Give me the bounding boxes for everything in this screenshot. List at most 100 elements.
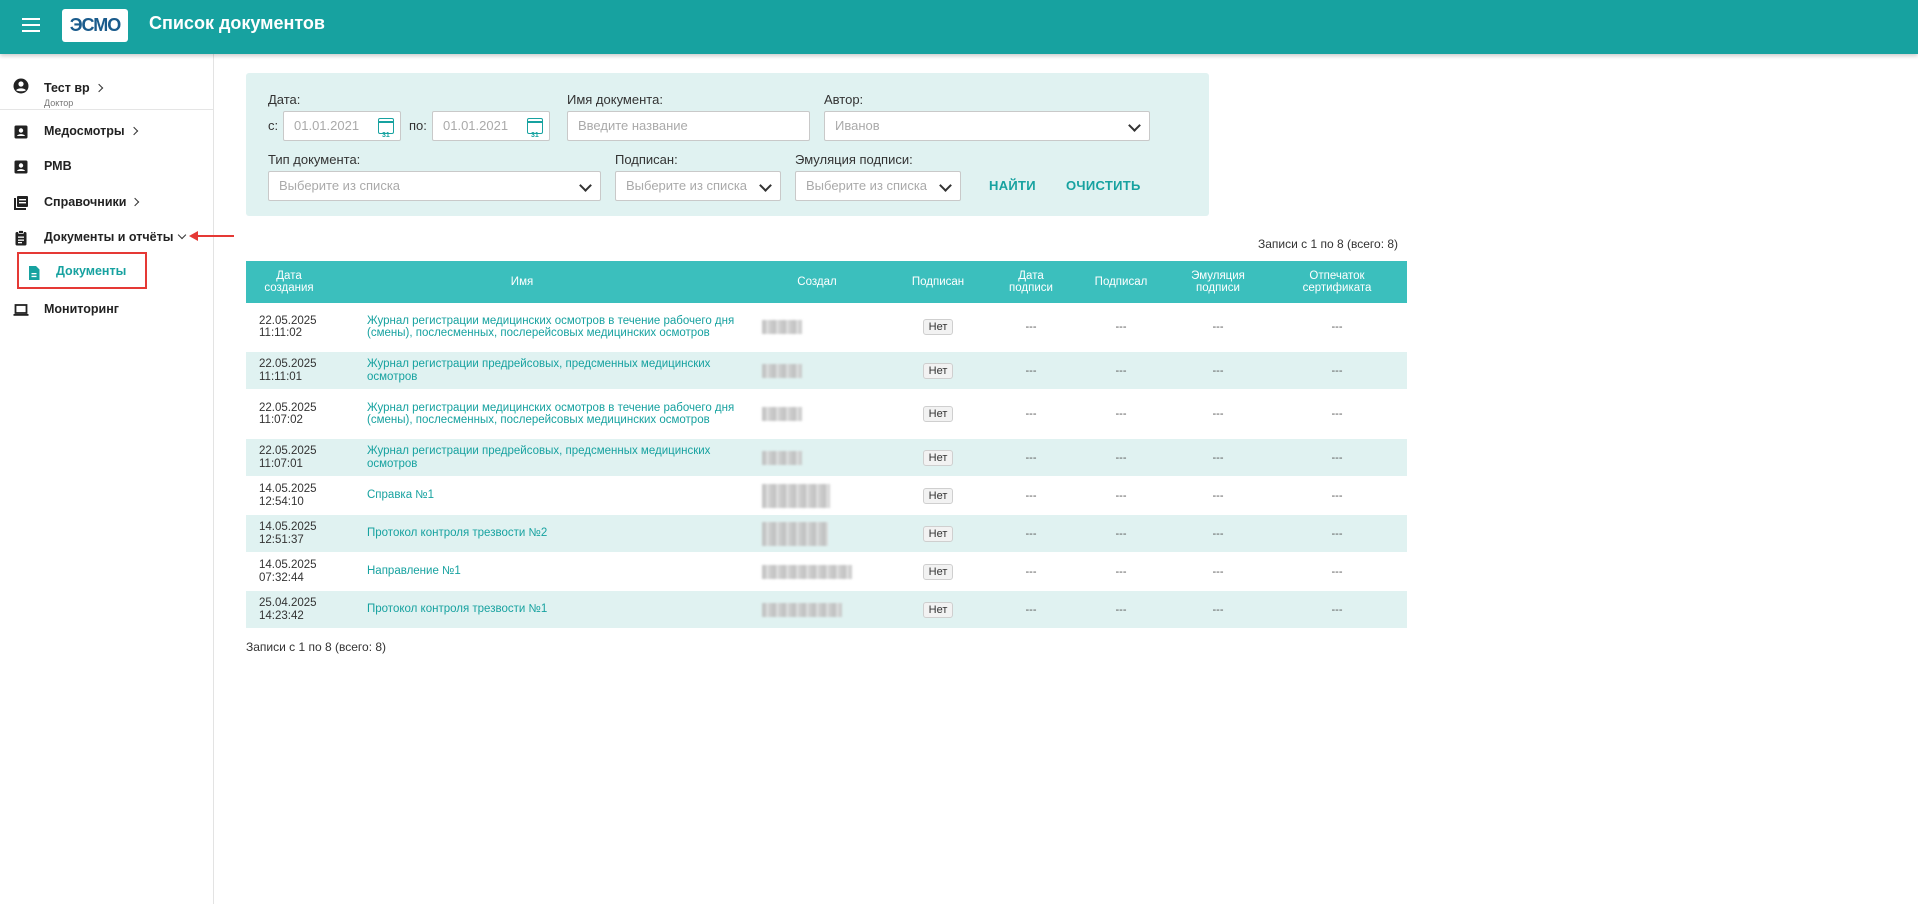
sidebar-item-spravochniki[interactable]: Справочники: [0, 187, 213, 217]
document-name-link[interactable]: Справка №1: [367, 477, 747, 514]
table-header: Дата создания Имя Создал Подписан Дата п…: [246, 261, 1407, 303]
account-circle-icon: [13, 78, 29, 94]
sidebar: Тест вр Доктор Медосмотры РМВ Справочник…: [0, 54, 234, 904]
calendar-icon[interactable]: 31: [527, 118, 543, 139]
page-title: Список документов: [149, 13, 325, 33]
column-header[interactable]: Отпечаток сертификата: [1282, 261, 1392, 303]
sidebar-subitem-documents[interactable]: Документы: [17, 252, 147, 289]
calendar-icon[interactable]: 31: [378, 118, 394, 139]
certificate-fingerprint: ---: [1331, 565, 1343, 578]
user-menu[interactable]: Тест вр Доктор: [0, 64, 213, 110]
signature-emulation: ---: [1212, 408, 1224, 420]
creator-redacted: [762, 477, 872, 514]
column-header[interactable]: Подписан: [898, 261, 978, 303]
sidebar-item-label: Мониторинг: [44, 302, 119, 316]
sidebar-item-label: РМВ: [44, 159, 72, 173]
sign-date: ---: [1025, 451, 1037, 464]
sidebar-item-documents-reports[interactable]: Документы и отчёты: [0, 222, 213, 252]
signature-emulation: ---: [1212, 565, 1224, 578]
sign-date: ---: [1025, 489, 1037, 502]
date-to-input[interactable]: 01.01.2021 31: [432, 111, 550, 141]
creator-redacted: [762, 390, 872, 438]
document-name-link[interactable]: Протокол контроля трезвости №2: [367, 515, 747, 552]
chevron-right-icon: [131, 197, 140, 207]
documents-table: Дата создания Имя Создал Подписан Дата п…: [246, 261, 1407, 629]
table-row[interactable]: 14.05.2025 07:32:44 Направление №1 Нет --- --…: [246, 553, 1407, 591]
creator-redacted: [762, 303, 872, 351]
column-header[interactable]: Дата создания: [259, 261, 319, 303]
created-date: 25.04.2025 14:23:42: [259, 597, 317, 622]
date-from-label: с:: [268, 118, 279, 133]
doc-type-select[interactable]: Выберите из списка: [268, 171, 601, 201]
table-row[interactable]: 14.05.2025 12:51:37 Протокол контроля трез…: [246, 515, 1407, 553]
created-date: 22.05.2025 11:07:01: [259, 445, 317, 470]
find-button[interactable]: НАЙТИ: [989, 178, 1036, 193]
chevron-down-icon: [178, 230, 187, 240]
table-row[interactable]: 22.05.2025 11:07:01 Журнал регистрации пре…: [246, 439, 1407, 477]
sidebar-item-rmv[interactable]: РМВ: [0, 151, 213, 181]
creator-redacted: [762, 515, 872, 552]
sidebar-item-monitoring[interactable]: Мониторинг: [0, 294, 213, 324]
document-name-link[interactable]: Журнал регистрации предрейсовых, предсме…: [367, 439, 747, 476]
status-badge: Нет: [922, 449, 954, 466]
certificate-fingerprint: ---: [1331, 321, 1343, 333]
date-label: Дата:: [268, 92, 301, 107]
logo-text: ЭСМО: [69, 15, 122, 35]
sign-date: ---: [1025, 321, 1037, 333]
clipboard-icon: [15, 230, 27, 246]
signed-select[interactable]: Выберите из списка: [615, 171, 781, 201]
sidebar-item-medosmotry[interactable]: Медосмотры: [0, 116, 213, 146]
signer: ---: [1115, 489, 1127, 502]
status-badge: Нет: [922, 563, 954, 580]
signed-status: Нет: [898, 553, 978, 590]
column-header[interactable]: Дата подписи: [996, 261, 1066, 303]
signature-emulation: ---: [1212, 364, 1224, 377]
document-name-link[interactable]: Журнал регистрации медицинских осмотров …: [367, 303, 747, 351]
column-header[interactable]: Имя: [367, 261, 677, 303]
date-to-label: по:: [409, 118, 427, 133]
clear-button[interactable]: ОЧИСТИТЬ: [1066, 178, 1141, 193]
signed-status: Нет: [898, 591, 978, 628]
created-date: 14.05.2025 07:32:44: [259, 559, 317, 584]
doc-name-input[interactable]: Введите название: [567, 111, 810, 141]
annotation-arrow-line: [196, 235, 234, 237]
table-row[interactable]: 22.05.2025 11:07:02 Журнал регистрации мед…: [246, 390, 1407, 439]
table-row[interactable]: 22.05.2025 11:11:01 Журнал регистрации пре…: [246, 352, 1407, 390]
author-select[interactable]: Иванов: [824, 111, 1150, 141]
status-badge: Нет: [922, 487, 954, 504]
column-header[interactable]: Подписал: [1086, 261, 1156, 303]
date-from-input[interactable]: 01.01.2021 31: [283, 111, 401, 141]
book-icon: [14, 196, 28, 210]
status-badge: Нет: [922, 362, 954, 379]
signer: ---: [1115, 603, 1127, 616]
status-badge: Нет: [922, 406, 954, 422]
sidebar-item-label: Медосмотры: [44, 124, 138, 138]
table-row[interactable]: 25.04.2025 14:23:42 Протокол контроля трез…: [246, 591, 1407, 629]
records-count-bottom: Записи с 1 по 8 (всего: 8): [246, 640, 387, 654]
column-header[interactable]: Создал: [762, 261, 872, 303]
signed-status: Нет: [898, 439, 978, 476]
certificate-fingerprint: ---: [1331, 364, 1343, 377]
chevron-down-icon: [939, 179, 952, 192]
chevron-right-icon: [129, 126, 138, 136]
signer: ---: [1115, 565, 1127, 578]
table-row[interactable]: 22.05.2025 11:11:02 Журнал регистрации мед…: [246, 303, 1407, 352]
emulation-select[interactable]: Выберите из списка: [795, 171, 961, 201]
signed-status: Нет: [898, 515, 978, 552]
sign-date: ---: [1025, 364, 1037, 377]
sidebar-subitem-label: Документы: [56, 264, 127, 278]
created-date: 22.05.2025 11:11:01: [259, 358, 317, 383]
sign-date: ---: [1025, 565, 1037, 578]
table-body: 22.05.2025 11:11:02 Журнал регистрации мед…: [246, 303, 1407, 629]
document-name-link[interactable]: Журнал регистрации предрейсовых, предсме…: [367, 352, 747, 389]
document-name-link[interactable]: Направление №1: [367, 553, 747, 590]
table-row[interactable]: 14.05.2025 12:54:10 Справка №1 Нет --- --- ---…: [246, 477, 1407, 515]
document-name-link[interactable]: Журнал регистрации медицинских осмотров …: [367, 390, 747, 438]
person-badge-icon: [14, 160, 28, 174]
signed-status: Нет: [898, 303, 978, 351]
menu-icon[interactable]: [22, 18, 40, 32]
status-badge: Нет: [922, 601, 954, 618]
column-header[interactable]: Эмуляция подписи: [1178, 261, 1258, 303]
status-badge: Нет: [922, 319, 954, 335]
document-name-link[interactable]: Протокол контроля трезвости №1: [367, 591, 747, 628]
